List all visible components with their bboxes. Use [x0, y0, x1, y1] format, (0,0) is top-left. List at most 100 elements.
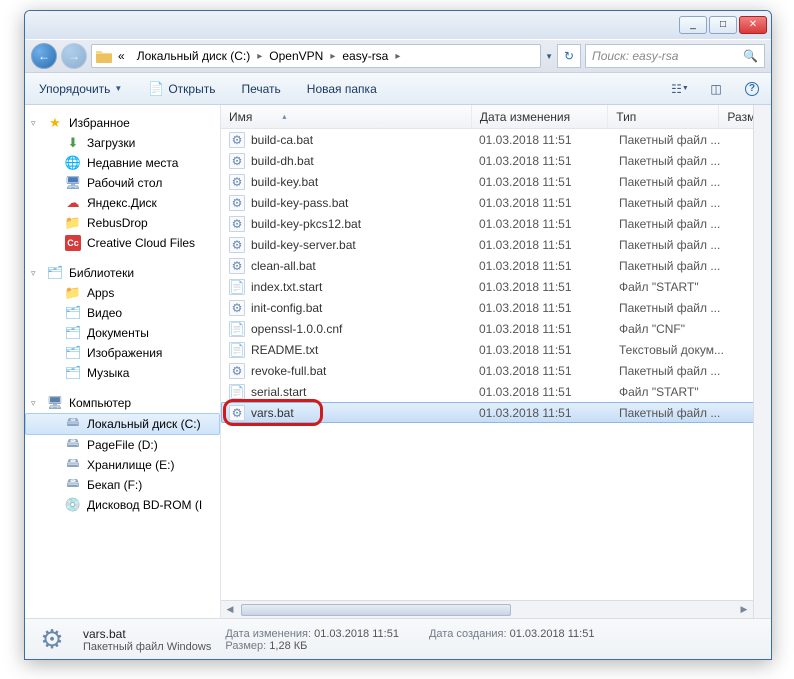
file-date: 01.03.2018 11:51 [479, 280, 619, 294]
sidebar-favorites-header[interactable]: ▿ ★ Избранное [25, 113, 220, 133]
file-date: 01.03.2018 11:51 [479, 385, 619, 399]
file-row[interactable]: ⚙build-key-pass.bat01.03.2018 11:51Пакет… [221, 192, 771, 213]
new-folder-button[interactable]: Новая папка [301, 79, 383, 99]
breadcrumb-seg-openvpn[interactable]: OpenVPN [263, 49, 329, 63]
favorites-label: Избранное [69, 116, 130, 130]
file-type: Файл "START" [619, 385, 733, 399]
computer-label: Компьютер [69, 396, 131, 410]
sidebar-item[interactable]: 🗂Видео [25, 303, 220, 323]
folder-lib-icon: 🗂 [65, 305, 81, 321]
view-options-button[interactable]: ☷▼ [669, 78, 691, 100]
maximize-button[interactable]: □ [709, 16, 737, 34]
sidebar-item[interactable]: 🗂Изображения [25, 343, 220, 363]
sidebar-item[interactable]: 🌐 Недавние места [25, 153, 220, 173]
file-row[interactable]: 📄serial.start01.03.2018 11:51Файл "START… [221, 381, 771, 402]
horizontal-scrollbar[interactable]: ◀ ▶ [221, 600, 753, 618]
breadcrumb-seg-easyrsa[interactable]: easy-rsa [336, 49, 394, 63]
column-name[interactable]: Имя ▴ [221, 105, 472, 128]
sidebar-item[interactable]: 🗂Музыка [25, 363, 220, 383]
batch-file-icon: ⚙ [229, 216, 245, 232]
sidebar-item-label: Бекап (F:) [87, 478, 142, 492]
breadcrumb-seg-c[interactable]: Локальный диск (C:) [131, 49, 257, 63]
folder-icon: 📁 [65, 285, 81, 301]
column-date[interactable]: Дата изменения [472, 105, 608, 128]
folder-icon [96, 48, 112, 64]
close-button[interactable]: ✕ [739, 16, 767, 34]
scroll-right-icon[interactable]: ▶ [735, 601, 753, 619]
breadcrumb-home[interactable]: « [112, 49, 131, 63]
vertical-scrollbar[interactable] [753, 105, 771, 618]
scrollbar-thumb[interactable] [241, 604, 511, 616]
sidebar-libraries-header[interactable]: ▿ 🗂 Библиотеки [25, 263, 220, 283]
back-button[interactable]: ← [31, 43, 57, 69]
folder-lib-icon: 🗂 [65, 325, 81, 341]
sidebar-item[interactable]: 🖥Рабочий стол [25, 173, 220, 193]
sidebar-item[interactable]: 🗂Документы [25, 323, 220, 343]
globe-icon: 🌐 [65, 155, 81, 171]
sidebar-item-label: Creative Cloud Files [87, 236, 195, 250]
sidebar-item-label: Недавние места [87, 156, 178, 170]
minimize-button[interactable]: _ [679, 16, 707, 34]
column-type[interactable]: Тип [608, 105, 719, 128]
file-row[interactable]: ⚙init-config.bat01.03.2018 11:51Пакетный… [221, 297, 771, 318]
batch-file-icon: ⚙ [229, 300, 245, 316]
breadcrumb-dropdown-icon[interactable]: ▼ [545, 52, 553, 61]
y-icon: ☁ [65, 195, 81, 211]
preview-pane-button[interactable]: ◫ [705, 78, 727, 100]
file-row[interactable]: 📄README.txt01.03.2018 11:51Текстовый док… [221, 339, 771, 360]
desk-icon: 🖥 [65, 175, 81, 191]
file-row[interactable]: ⚙clean-all.bat01.03.2018 11:51Пакетный ф… [221, 255, 771, 276]
file-row[interactable]: ⚙build-key-pkcs12.bat01.03.2018 11:51Пак… [221, 213, 771, 234]
libraries-label: Библиотеки [69, 266, 134, 280]
text-file-icon: 📄 [229, 384, 245, 400]
organize-button[interactable]: Упорядочить ▼ [33, 79, 128, 99]
sort-asc-icon: ▴ [282, 112, 286, 121]
file-name: build-key-server.bat [251, 238, 356, 252]
file-row[interactable]: ⚙vars.bat01.03.2018 11:51Пакетный файл .… [221, 402, 771, 423]
drive-icon: 🖴 [65, 477, 81, 493]
file-type-icon: ⚙ [35, 623, 69, 657]
sidebar-computer-header[interactable]: ▿ 🖥 Компьютер [25, 393, 220, 413]
file-row[interactable]: ⚙build-key.bat01.03.2018 11:51Пакетный ф… [221, 171, 771, 192]
file-row[interactable]: ⚙build-ca.bat01.03.2018 11:51Пакетный фа… [221, 129, 771, 150]
file-date: 01.03.2018 11:51 [479, 175, 619, 189]
chevron-right-icon: ▸ [330, 51, 335, 62]
details-modified-label: Дата изменения: [225, 628, 311, 640]
column-name-label: Имя [229, 110, 252, 124]
file-row[interactable]: 📄index.txt.start01.03.2018 11:51Файл "ST… [221, 276, 771, 297]
search-icon: 🔍 [743, 49, 758, 63]
library-icon: 🗂 [47, 265, 63, 281]
sidebar-item[interactable]: ☁Яндекс.Диск [25, 193, 220, 213]
explorer-window: _ □ ✕ ← → « Локальный диск (C:) ▸ OpenVP… [24, 10, 772, 660]
batch-file-icon: ⚙ [229, 132, 245, 148]
file-row[interactable]: ⚙revoke-full.bat01.03.2018 11:51Пакетный… [221, 360, 771, 381]
sidebar-item[interactable]: 🖴 Бекап (F:) [25, 475, 220, 495]
arrow-right-icon: → [68, 49, 80, 63]
collapse-icon: ▿ [31, 398, 36, 409]
help-button[interactable]: ? [741, 78, 763, 100]
open-button[interactable]: 📄 Открыть [142, 78, 221, 100]
scroll-left-icon[interactable]: ◀ [221, 601, 239, 619]
sidebar-item[interactable]: 🖴Локальный диск (C:) [25, 413, 220, 435]
sidebar-item[interactable]: 💿Дисковод BD-ROM (I [25, 495, 220, 515]
print-button[interactable]: Печать [235, 79, 286, 99]
file-type: Пакетный файл ... [619, 175, 733, 189]
forward-button[interactable]: → [61, 43, 87, 69]
search-input[interactable]: Поиск: easy-rsa 🔍 [585, 44, 765, 68]
sidebar-item[interactable]: 📁RebusDrop [25, 213, 220, 233]
sidebar-item[interactable]: 🖴PageFile (D:) [25, 435, 220, 455]
file-date: 01.03.2018 11:51 [479, 196, 619, 210]
breadcrumb[interactable]: « Локальный диск (C:) ▸ OpenVPN ▸ easy-r… [91, 44, 541, 68]
sidebar-item[interactable]: 📁Apps [25, 283, 220, 303]
disc-icon: 💿 [65, 497, 81, 513]
file-name: README.txt [251, 343, 318, 357]
sidebar-item[interactable]: CcCreative Cloud Files [25, 233, 220, 253]
sidebar-item[interactable]: ⬇Загрузки [25, 133, 220, 153]
file-row[interactable]: 📄openssl-1.0.0.cnf01.03.2018 11:51Файл "… [221, 318, 771, 339]
file-row[interactable]: ⚙build-key-server.bat01.03.2018 11:51Пак… [221, 234, 771, 255]
refresh-button[interactable]: ↻ [557, 44, 581, 68]
file-row[interactable]: ⚙build-dh.bat01.03.2018 11:51Пакетный фа… [221, 150, 771, 171]
file-type: Пакетный файл ... [619, 406, 733, 420]
file-date: 01.03.2018 11:51 [479, 364, 619, 378]
sidebar-item[interactable]: 🖴Хранилище (E:) [25, 455, 220, 475]
